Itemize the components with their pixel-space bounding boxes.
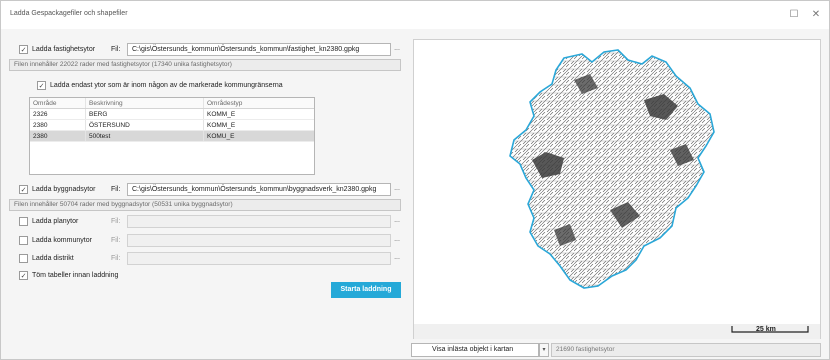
cell-beskrivning: ÖSTERSUND	[86, 120, 204, 130]
column-header-beskrivning[interactable]: Beskrivning	[86, 98, 204, 108]
cell-omrade: 2380	[30, 120, 86, 130]
kommunytor-label: Ladda kommunytor	[32, 237, 92, 244]
start-loading-button[interactable]: Starta laddning	[331, 282, 401, 298]
byggnad-label: Ladda byggnadsytor	[32, 186, 96, 193]
planytor-fil-label: Fil:	[111, 218, 121, 225]
municipality-map	[509, 49, 715, 289]
fastighet-checkbox-row[interactable]: ✓ Ladda fastighetsytor	[19, 45, 95, 54]
byggnad-browse-button[interactable]: ...	[392, 183, 402, 196]
restrict-checkbox[interactable]: ✓	[37, 81, 46, 90]
fastighet-path-field[interactable]: C:\gis\Östersunds_kommun\Östersunds_komm…	[127, 43, 391, 56]
close-icon[interactable]: ✕	[809, 9, 823, 21]
tom-checkbox-row[interactable]: ✓ Töm tabeller innan laddning	[19, 271, 118, 280]
loaded-count-status: 21690 fastighetsytor	[551, 343, 821, 357]
byggnad-path-field[interactable]: C:\gis\Östersunds_kommun\Östersunds_komm…	[127, 183, 391, 196]
tom-checkbox[interactable]: ✓	[19, 271, 28, 280]
table-header: Område Beskrivning Områdestyp	[30, 98, 314, 109]
byggnad-fil-label: Fil:	[111, 186, 121, 193]
kommunytor-browse-button: ...	[394, 236, 400, 243]
kommunytor-checkbox-row[interactable]: Ladda kommunytor	[19, 236, 92, 245]
cell-omrade: 2380	[30, 131, 86, 141]
tom-label: Töm tabeller innan laddning	[32, 272, 119, 279]
byggnad-checkbox-row[interactable]: ✓ Ladda byggnadsytor	[19, 185, 95, 194]
planytor-checkbox-row[interactable]: Ladda planytor	[19, 217, 78, 226]
table-row[interactable]: 2326 BERG KOMM_E	[30, 109, 314, 120]
cell-omradestyp: KOMM_E	[207, 111, 236, 118]
map-display-dropdown[interactable]: Visa inlästa objekt i kartan	[411, 343, 539, 357]
table-row-selected[interactable]: 2380 500test KOMU_E	[30, 131, 314, 142]
planytor-label: Ladda planytor	[32, 218, 79, 225]
fastighet-info: Filen innehåller 22022 rader med fastigh…	[9, 59, 401, 71]
planytor-path-field	[127, 215, 391, 228]
kommunytor-fil-label: Fil:	[111, 237, 121, 244]
fastighet-fil-label: Fil:	[111, 46, 121, 53]
cell-omrade: 2326	[30, 109, 86, 119]
cell-omradestyp: KOMM_E	[207, 122, 236, 129]
kommun-table: Område Beskrivning Områdestyp 2326 BERG …	[29, 97, 315, 175]
planytor-checkbox[interactable]	[19, 217, 28, 226]
distrikt-fil-label: Fil:	[111, 255, 121, 262]
cell-omradestyp: KOMU_E	[207, 133, 235, 140]
window-title: Ladda Gespackagefiler och shapefiler	[10, 10, 128, 17]
kommunytor-checkbox[interactable]	[19, 236, 28, 245]
dialog-window: Ladda Gespackagefiler och shapefiler ☐ ✕…	[0, 0, 830, 360]
distrikt-label: Ladda distrikt	[32, 255, 74, 262]
planytor-browse-button: ...	[394, 217, 400, 224]
distrikt-checkbox[interactable]	[19, 254, 28, 263]
map-view[interactable]: 25 km	[413, 39, 821, 339]
byggnad-checkbox[interactable]: ✓	[19, 185, 28, 194]
chevron-down-icon[interactable]: ▾	[539, 343, 549, 357]
restrict-label: Ladda endast ytor som är inom någon av d…	[50, 82, 283, 89]
distrikt-checkbox-row[interactable]: Ladda distrikt	[19, 254, 74, 263]
byggnad-info: Filen innehåller 50704 rader med byggnad…	[9, 199, 401, 211]
column-header-omradestyp[interactable]: Områdestyp	[204, 98, 314, 108]
restrict-checkbox-row[interactable]: ✓ Ladda endast ytor som är inom någon av…	[37, 81, 283, 90]
fastighet-browse-button[interactable]: ...	[392, 43, 402, 56]
fastighet-checkbox[interactable]: ✓	[19, 45, 28, 54]
kommunytor-path-field	[127, 234, 391, 247]
distrikt-path-field	[127, 252, 391, 265]
table-row[interactable]: 2380 ÖSTERSUND KOMM_E	[30, 120, 314, 131]
cell-beskrivning: BERG	[86, 109, 204, 119]
title-bar: Ladda Gespackagefiler och shapefiler ☐ ✕	[1, 1, 829, 29]
column-header-omrade[interactable]: Område	[30, 98, 86, 108]
scale-label: 25 km	[756, 326, 776, 333]
distrikt-browse-button: ...	[394, 254, 400, 261]
maximize-icon[interactable]: ☐	[787, 9, 801, 21]
fastighet-label: Ladda fastighetsytor	[32, 46, 96, 53]
cell-beskrivning: 500test	[86, 131, 204, 141]
